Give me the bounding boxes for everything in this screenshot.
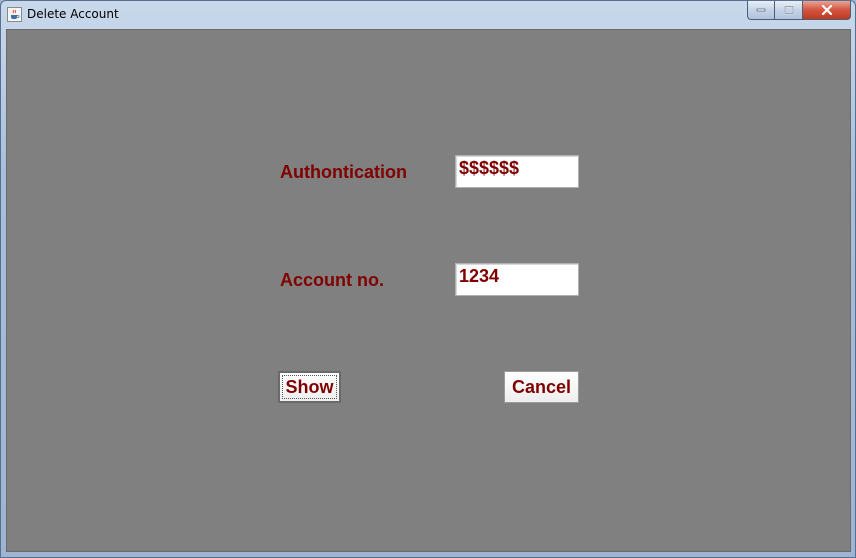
content-panel: Authontication $$$$$$ Account no. 1234 S… bbox=[6, 29, 851, 552]
account-number-label: Account no. bbox=[280, 270, 384, 290]
close-button[interactable] bbox=[802, 1, 851, 20]
authentication-field[interactable]: $$$$$$ bbox=[455, 155, 579, 188]
maximize-button[interactable] bbox=[774, 1, 803, 20]
show-button[interactable]: Show bbox=[278, 371, 341, 403]
account-number-field[interactable]: 1234 bbox=[455, 263, 579, 296]
minimize-button[interactable] bbox=[747, 1, 775, 20]
authentication-label: Authontication bbox=[280, 162, 407, 182]
cancel-button[interactable]: Cancel bbox=[504, 371, 579, 403]
java-cup-icon[interactable] bbox=[7, 7, 22, 22]
title-bar[interactable]: Delete Account bbox=[1, 1, 855, 28]
minimize-icon bbox=[756, 8, 766, 12]
delete-account-window: Delete Account Authontication $$$$$$ Acc… bbox=[0, 0, 856, 558]
close-icon bbox=[821, 5, 832, 15]
window-title: Delete Account bbox=[27, 7, 119, 21]
maximize-icon bbox=[783, 5, 794, 15]
